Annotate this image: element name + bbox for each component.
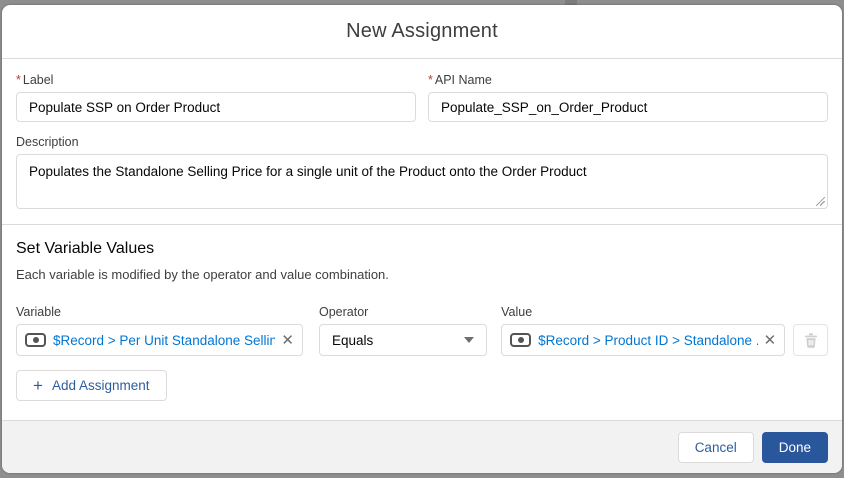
value-field-group: Value $Record > Product ID > Standalone … [501, 305, 786, 356]
assignment-row: Variable $Record > Per Unit Standalone S… [16, 305, 828, 356]
resize-handle-icon[interactable] [816, 197, 825, 206]
section-help-text: Each variable is modified by the operato… [16, 267, 389, 282]
label-input[interactable] [16, 92, 416, 122]
operator-selected-value: Equals [332, 332, 374, 348]
cancel-button[interactable]: Cancel [677, 431, 754, 463]
variable-icon [25, 333, 46, 347]
done-button[interactable]: Done [761, 431, 828, 463]
description-textarea[interactable]: Populates the Standalone Selling Price f… [16, 154, 828, 209]
label-field-label: * Label [16, 73, 54, 87]
variable-field-label: Variable [16, 305, 61, 319]
operator-field-label: Operator [319, 305, 369, 319]
variable-combobox[interactable]: $Record > Per Unit Standalone Sellin... … [16, 324, 303, 356]
operator-field-group: Operator Equals [319, 305, 488, 356]
api-name-field-group: * API Name [428, 73, 828, 122]
variable-icon [510, 333, 532, 347]
api-name-field-label: * API Name [428, 73, 492, 87]
add-assignment-button[interactable]: + Add Assignment [16, 370, 167, 401]
page-title: New Assignment [346, 20, 498, 42]
dialog-footer: Cancel Done [2, 420, 842, 473]
label-api-row: *Label *API Name [16, 73, 828, 122]
delete-assignment-button[interactable] [793, 324, 828, 356]
variable-pill-text: $Record > Per Unit Standalone Sellin... [53, 332, 276, 348]
modal-backdrop: New Assignment *Label *API Name Descript… [0, 0, 844, 478]
chevron-down-icon [464, 337, 475, 343]
dialog-body: *Label *API Name Description Populates t… [2, 59, 842, 420]
add-assignment-label: Add Assignment [51, 378, 150, 393]
value-pill-text: $Record > Product ID > Standalone ... [538, 332, 758, 348]
dialog-header: New Assignment [2, 5, 842, 59]
value-field-label: Value [501, 305, 533, 319]
variable-field-group: Variable $Record > Per Unit Standalone S… [16, 305, 303, 356]
value-combobox[interactable]: $Record > Product ID > Standalone ... ✕ [501, 324, 786, 356]
plus-icon: + [33, 376, 43, 395]
label-field-group: * Label [16, 73, 416, 122]
required-asterisk: * [16, 73, 21, 87]
required-asterisk: * [428, 73, 433, 87]
description-field-group: Description Populates the Standalone Sel… [16, 135, 828, 209]
section-heading: Set Variable Values [16, 240, 155, 257]
new-assignment-dialog: New Assignment *Label *API Name Descript… [2, 5, 842, 473]
trash-icon [804, 332, 817, 348]
section-divider [2, 224, 842, 225]
clear-variable-icon[interactable]: ✕ [281, 333, 294, 348]
api-name-input[interactable] [428, 92, 828, 122]
clear-value-icon[interactable]: ✕ [764, 333, 777, 348]
operator-select[interactable]: Equals [319, 324, 488, 356]
description-field-label: Description [16, 135, 79, 149]
